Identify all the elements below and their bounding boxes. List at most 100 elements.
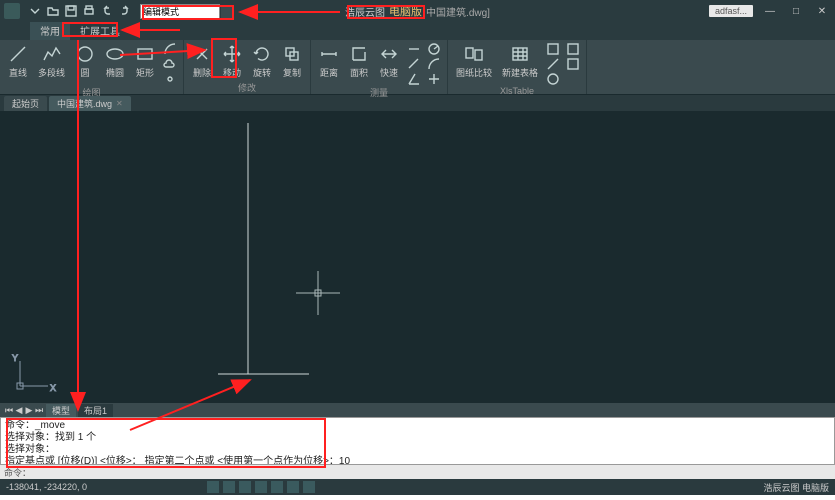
window-controls: adfasf... — □ ✕	[709, 4, 831, 18]
quick-access-toolbar	[28, 4, 132, 18]
circle-label: 圆	[81, 66, 90, 79]
misc-icon-3[interactable]	[546, 72, 560, 86]
status-right: 浩辰云图 电脑版	[763, 481, 829, 494]
ribbon-group-compare: 图纸比较 新建表格 XlsTable	[448, 40, 587, 94]
layout-tab-model[interactable]: 模型	[46, 404, 76, 417]
quick-button[interactable]: 快速	[377, 42, 401, 86]
rotate-button[interactable]: 旋转	[250, 42, 274, 81]
ribbon-group-modify: 删除 移动 旋转 复制 修改	[184, 40, 311, 94]
user-badge[interactable]: adfasf...	[709, 5, 753, 17]
layout-nav-next[interactable]: ▶	[24, 405, 34, 416]
undo-icon[interactable]	[100, 4, 114, 18]
print-icon[interactable]	[82, 4, 96, 18]
grid-toggle[interactable]	[223, 481, 235, 493]
layout-tab-1[interactable]: 布局1	[78, 404, 113, 417]
doc-tab-current[interactable]: 中国建筑.dwg✕	[49, 96, 131, 111]
app-brand: 浩辰云图	[345, 4, 385, 19]
ribbon-tabstrip: 常用 扩展工具	[0, 22, 835, 40]
ellipse-label: 椭圆	[106, 66, 124, 79]
save-icon[interactable]	[64, 4, 78, 18]
arc-icon[interactable]	[163, 42, 177, 56]
dim-aligned-icon[interactable]	[407, 57, 421, 71]
canvas-content: Y X	[0, 111, 835, 403]
cmd-line-4: 指定基点或 [位移(D)] <位移>： 指定第二个点或 <使用第一个点作为位移>…	[5, 456, 830, 465]
dwg-compare-button[interactable]: 图纸比较	[454, 42, 494, 86]
title-center: 浩辰云图 电脑版 中国建筑.dwg]	[345, 3, 490, 19]
delete-button[interactable]: 删除	[190, 42, 214, 81]
polyline-button[interactable]: 多段线	[36, 42, 67, 86]
move-label: 移动	[223, 66, 241, 79]
close-button[interactable]: ✕	[813, 4, 831, 18]
modify-group-label: 修改	[190, 81, 304, 95]
svg-text:Y: Y	[12, 353, 18, 363]
command-prompt: 命令：	[4, 466, 31, 479]
misc-icon-4[interactable]	[566, 42, 580, 56]
tab-common[interactable]: 常用	[30, 21, 70, 40]
coordinates: -138041, -234220, 0	[6, 482, 87, 492]
cmd-line-3: 选择对象：	[5, 444, 830, 456]
layout-tabs: ⏮ ◀ ▶ ⏭ 模型 布局1	[0, 403, 835, 417]
new-table-button[interactable]: 新建表格	[500, 42, 540, 86]
misc-icon-1[interactable]	[546, 42, 560, 56]
ribbon-group-draw: 直线 多段线 圆 椭圆 矩形 绘图	[0, 40, 184, 94]
ortho-toggle[interactable]	[239, 481, 251, 493]
drawing-canvas[interactable]: Y X	[0, 111, 835, 403]
misc-icon-2[interactable]	[546, 57, 560, 71]
triangle-down-icon[interactable]	[28, 4, 42, 18]
line-button[interactable]: 直线	[6, 42, 30, 86]
doc-tab-start-label: 起始页	[12, 97, 39, 110]
doc-tab-start[interactable]: 起始页	[4, 96, 47, 111]
tab-extend[interactable]: 扩展工具	[70, 21, 130, 40]
point-icon[interactable]	[163, 72, 177, 86]
compare-group-label: XlsTable	[454, 86, 580, 97]
app-edition: 电脑版	[389, 3, 422, 19]
layout-nav-first[interactable]: ⏮	[4, 405, 14, 416]
dim-ord-icon[interactable]	[427, 72, 441, 86]
dim-radius-icon[interactable]	[427, 42, 441, 56]
command-history: 命令：_move 选择对象：找到 1 个 选择对象： 指定基点或 [位移(D)]…	[0, 417, 835, 465]
layout-nav-last[interactable]: ⏭	[34, 405, 44, 416]
status-toggles	[207, 481, 315, 493]
svg-text:X: X	[50, 383, 56, 393]
minimize-button[interactable]: —	[761, 4, 779, 18]
move-button[interactable]: 移动	[220, 42, 244, 81]
redo-icon[interactable]	[118, 4, 132, 18]
rect-button[interactable]: 矩形	[133, 42, 157, 86]
maximize-button[interactable]: □	[787, 4, 805, 18]
ellipse-button[interactable]: 椭圆	[103, 42, 127, 86]
snap-toggle[interactable]	[207, 481, 219, 493]
dim-angular-icon[interactable]	[407, 72, 421, 86]
command-input[interactable]: 命令：	[0, 465, 835, 479]
quick-label: 快速	[380, 66, 398, 79]
search-mode-box[interactable]	[140, 4, 220, 19]
cloud-icon[interactable]	[163, 57, 177, 71]
area-button[interactable]: 面积	[347, 42, 371, 86]
close-icon[interactable]: ✕	[116, 99, 123, 108]
ribbon-group-measure: 距离 面积 快速 测量	[311, 40, 448, 94]
distance-button[interactable]: 距离	[317, 42, 341, 86]
layout-nav-prev[interactable]: ◀	[14, 405, 24, 416]
dim-arc-icon[interactable]	[427, 57, 441, 71]
statusbar: -138041, -234220, 0 浩辰云图 电脑版	[0, 479, 835, 495]
measure-group-label: 测量	[317, 86, 441, 100]
polar-toggle[interactable]	[255, 481, 267, 493]
otrack-toggle[interactable]	[287, 481, 299, 493]
app-logo	[4, 3, 20, 19]
open-icon[interactable]	[46, 4, 60, 18]
delete-label: 删除	[193, 66, 211, 79]
dim-linear-icon[interactable]	[407, 42, 421, 56]
polyline-label: 多段线	[38, 66, 65, 79]
ribbon: 直线 多段线 圆 椭圆 矩形 绘图 删除 移动 旋转 复制 修改 距离 面积 快…	[0, 40, 835, 95]
copy-label: 复制	[283, 66, 301, 79]
lwt-toggle[interactable]	[303, 481, 315, 493]
document-name: 中国建筑.dwg]	[426, 4, 490, 19]
misc-icon-5[interactable]	[566, 57, 580, 71]
search-mode-input[interactable]	[143, 6, 203, 16]
rect-label: 矩形	[136, 66, 154, 79]
circle-button[interactable]: 圆	[73, 42, 97, 86]
search-mode-dropdown[interactable]	[221, 5, 233, 18]
osnap-toggle[interactable]	[271, 481, 283, 493]
rotate-label: 旋转	[253, 66, 271, 79]
copy-button[interactable]: 复制	[280, 42, 304, 81]
cmd-line-2: 选择对象：找到 1 个	[5, 432, 830, 444]
